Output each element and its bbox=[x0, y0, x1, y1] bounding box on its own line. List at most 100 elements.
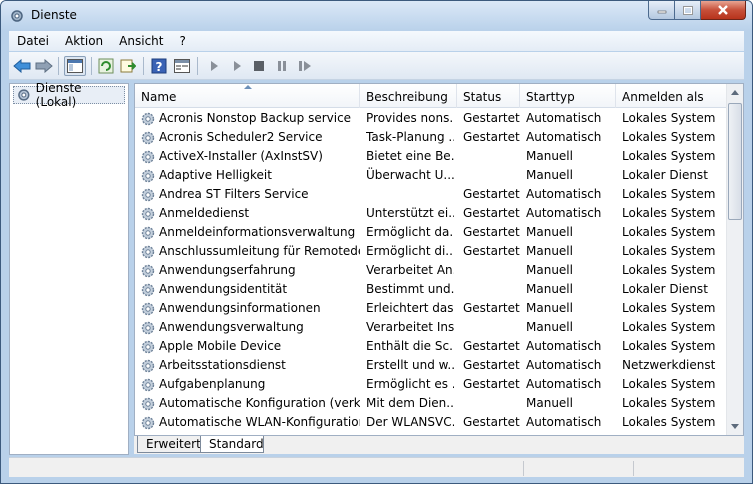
service-status: Gestartet bbox=[463, 339, 520, 353]
scrollbar-thumb[interactable] bbox=[728, 103, 742, 220]
export-list-button[interactable] bbox=[118, 56, 138, 76]
list-item[interactable]: Anwendungserfahrung Verarbeitet An... Ma… bbox=[135, 261, 727, 280]
scroll-up-button[interactable] bbox=[727, 84, 743, 101]
stop-service-button[interactable] bbox=[249, 56, 269, 76]
restart-service-button[interactable] bbox=[295, 56, 315, 76]
service-logon: Lokales System bbox=[622, 149, 716, 163]
services-window: Dienste Datei Aktion Ansicht ? ? Dienste… bbox=[0, 0, 753, 484]
properties-button[interactable] bbox=[172, 56, 192, 76]
svg-text:?: ? bbox=[156, 60, 163, 74]
service-starttype: Automatisch bbox=[526, 358, 602, 372]
service-gear-icon bbox=[141, 359, 155, 373]
pause-service-button[interactable] bbox=[272, 56, 292, 76]
export-list-icon bbox=[120, 59, 136, 73]
service-logon: Lokales System bbox=[622, 206, 716, 220]
list-item[interactable]: Anwendungsinformationen Erleichtert das.… bbox=[135, 299, 727, 318]
service-gear-icon bbox=[141, 169, 155, 183]
menu-datei[interactable]: Datei bbox=[9, 34, 57, 48]
service-status bbox=[463, 318, 523, 337]
service-gear-icon bbox=[141, 188, 155, 202]
list-item[interactable]: Automatische WLAN-Konfiguration Der WLAN… bbox=[135, 413, 727, 432]
service-gear-icon bbox=[141, 112, 155, 126]
service-description: Verarbeitet Ins... bbox=[366, 320, 454, 334]
refresh-icon bbox=[98, 58, 114, 74]
refresh-button[interactable] bbox=[96, 56, 116, 76]
service-logon: Lokales System bbox=[622, 377, 716, 391]
start-service-icon bbox=[211, 61, 218, 71]
tab-erweitert[interactable]: Erweitert bbox=[137, 436, 203, 453]
toolbar-separator bbox=[58, 57, 59, 75]
service-description bbox=[366, 185, 454, 204]
list-item[interactable]: Arbeitsstationsdienst Erstellt und w... … bbox=[135, 356, 727, 375]
tab-standard[interactable]: Standard bbox=[200, 436, 264, 453]
list-item[interactable]: Anschlussumleitung für Remotedes... Ermö… bbox=[135, 242, 727, 261]
help-button[interactable]: ? bbox=[149, 56, 169, 76]
pause-service-icon bbox=[278, 61, 286, 71]
service-starttype: Manuell bbox=[526, 149, 573, 163]
forward-button[interactable] bbox=[34, 56, 54, 76]
list-item[interactable]: ActiveX-Installer (AxInstSV) Bietet eine… bbox=[135, 147, 727, 166]
service-name: Anmeldedienst bbox=[159, 206, 250, 220]
service-logon: Lokales System bbox=[622, 225, 716, 239]
list-item[interactable]: Adaptive Helligkeit Überwacht U... Manue… bbox=[135, 166, 727, 185]
service-name: Anmeldeinformationsverwaltung bbox=[159, 225, 356, 239]
menu-ansicht[interactable]: Ansicht bbox=[111, 34, 171, 48]
show-console-tree-button[interactable] bbox=[64, 56, 86, 76]
service-description: Unterstützt ei... bbox=[366, 206, 454, 220]
service-description: Task-Planung ... bbox=[366, 130, 454, 144]
list-item[interactable]: Anmeldedienst Unterstützt ei... Gestarte… bbox=[135, 204, 727, 223]
start-service-button[interactable] bbox=[204, 56, 224, 76]
service-name: Aufgabenplanung bbox=[159, 377, 266, 391]
service-status bbox=[463, 280, 523, 299]
close-button[interactable] bbox=[701, 1, 746, 20]
service-name: Anwendungsinformationen bbox=[159, 301, 321, 315]
menu-help[interactable]: ? bbox=[171, 34, 193, 48]
minimize-button[interactable] bbox=[648, 1, 675, 20]
tree-node-services-local[interactable]: Dienste (Lokal) bbox=[13, 81, 125, 109]
service-description: Provides nons... bbox=[366, 111, 454, 125]
service-description: Verarbeitet An... bbox=[366, 263, 454, 277]
scroll-down-button[interactable] bbox=[727, 418, 743, 435]
column-header-status[interactable]: Status bbox=[457, 84, 520, 108]
minimize-icon bbox=[657, 10, 666, 14]
service-status: Gestartet bbox=[463, 206, 520, 220]
service-description: Mit dem Dien... bbox=[366, 396, 454, 410]
stop-service-icon bbox=[254, 61, 264, 71]
maximize-button[interactable] bbox=[675, 1, 701, 20]
service-logon: Lokales System bbox=[622, 301, 716, 315]
service-gear-icon bbox=[141, 131, 155, 145]
list-item[interactable]: Anwendungsverwaltung Verarbeitet Ins... … bbox=[135, 318, 727, 337]
list-item[interactable]: Aufgabenplanung Ermöglicht es ... Gestar… bbox=[135, 375, 727, 394]
service-name: Apple Mobile Device bbox=[159, 339, 282, 353]
list-item[interactable]: Anmeldeinformationsverwaltung Ermöglicht… bbox=[135, 223, 727, 242]
start-service-2-button[interactable] bbox=[227, 56, 247, 76]
toolbar-separator bbox=[91, 57, 92, 75]
vertical-scrollbar[interactable] bbox=[726, 84, 743, 435]
service-starttype: Manuell bbox=[526, 396, 573, 410]
column-header-logon[interactable]: Anmelden als bbox=[616, 84, 727, 108]
column-header-description[interactable]: Beschreibung bbox=[360, 84, 457, 108]
list-item[interactable]: Apple Mobile Device Enthält die Sc... Ge… bbox=[135, 337, 727, 356]
list-item[interactable]: Anwendungsidentität Bestimmt und... Manu… bbox=[135, 280, 727, 299]
service-description: Ermöglicht da... bbox=[366, 225, 454, 239]
service-name: Automatische WLAN-Konfiguration bbox=[159, 415, 360, 429]
properties-icon bbox=[174, 59, 190, 73]
list-item[interactable]: Andrea ST Filters Service Gestartet Auto… bbox=[135, 185, 727, 204]
list-item[interactable]: Automatische Konfiguration (verka... Mit… bbox=[135, 394, 727, 413]
toolbar-separator bbox=[143, 57, 144, 75]
service-starttype: Automatisch bbox=[526, 130, 602, 144]
column-header-starttype[interactable]: Starttyp bbox=[520, 84, 616, 108]
service-starttype: Manuell bbox=[526, 282, 573, 296]
title-bar[interactable]: Dienste bbox=[1, 1, 752, 31]
column-header-name[interactable]: Name bbox=[135, 84, 360, 108]
service-logon: Lokales System bbox=[622, 320, 716, 334]
back-button[interactable] bbox=[12, 56, 32, 76]
service-starttype: Automatisch bbox=[526, 187, 602, 201]
service-description: Der WLANSVC... bbox=[366, 415, 454, 429]
console-tree: Dienste (Lokal) bbox=[9, 81, 129, 455]
service-name: Acronis Scheduler2 Service bbox=[159, 130, 323, 144]
list-item[interactable]: Acronis Nonstop Backup service Provides … bbox=[135, 109, 727, 128]
services-list: Name Beschreibung Status Starttyp Anmeld… bbox=[134, 83, 744, 436]
list-item[interactable]: Acronis Scheduler2 Service Task-Planung … bbox=[135, 128, 727, 147]
menu-aktion[interactable]: Aktion bbox=[57, 34, 111, 48]
